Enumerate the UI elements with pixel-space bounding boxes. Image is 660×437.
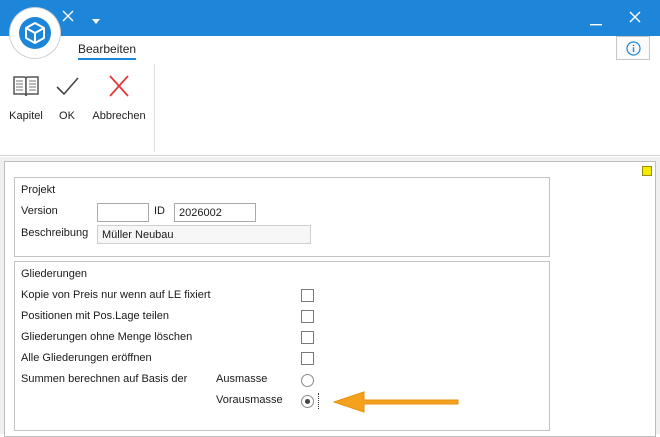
status-marker xyxy=(642,166,652,176)
group-projekt-title: Projekt xyxy=(21,184,56,196)
vorausmasse-radio[interactable] xyxy=(301,395,314,408)
ausmasse-label: Ausmasse xyxy=(216,373,268,385)
quick-access-dropdown-icon[interactable] xyxy=(92,15,100,27)
title-bar xyxy=(0,0,660,36)
tab-bearbeiten[interactable]: Bearbeiten xyxy=(78,42,137,60)
window-close-icon[interactable] xyxy=(629,11,641,26)
ribbon-separator xyxy=(154,64,155,152)
content-area: Projekt Version ID Beschreibung Gliederu… xyxy=(0,157,660,437)
focus-indicator xyxy=(318,393,319,409)
info-icon xyxy=(626,41,641,56)
version-field[interactable] xyxy=(97,203,149,222)
option-checkbox[interactable] xyxy=(301,331,314,344)
book-icon xyxy=(6,72,46,100)
option-checkbox[interactable] xyxy=(301,310,314,323)
minimize-icon[interactable] xyxy=(590,17,602,29)
group-gliederungen-title: Gliederungen xyxy=(21,268,88,280)
cancel-x-icon xyxy=(90,72,148,100)
info-button[interactable] xyxy=(616,36,650,60)
option-label: Positionen mit Pos.Lage teilen xyxy=(21,310,169,322)
ok-button[interactable]: OK xyxy=(52,72,82,122)
option-label: Alle Gliederungen eröffnen xyxy=(21,352,152,364)
summen-label: Summen berechnen auf Basis der xyxy=(21,373,188,385)
close-quick-access-icon[interactable] xyxy=(62,10,74,25)
ausmasse-radio[interactable] xyxy=(301,374,314,387)
vorausmasse-label: Vorausmasse xyxy=(216,394,283,406)
option-checkbox[interactable] xyxy=(301,289,314,302)
option-checkbox[interactable] xyxy=(301,352,314,365)
group-gliederungen: Gliederungen Kopie von Preis nur wenn au… xyxy=(14,261,550,431)
kapitel-button[interactable]: Kapitel xyxy=(6,72,46,122)
highlight-arrow-icon xyxy=(332,391,459,413)
checkmark-icon xyxy=(52,72,82,100)
kapitel-label: Kapitel xyxy=(9,110,43,122)
beschreibung-label: Beschreibung xyxy=(21,227,89,239)
ribbon: Kapitel OK Abbrechen xyxy=(0,64,660,156)
cube-icon xyxy=(19,17,51,49)
beschreibung-field[interactable] xyxy=(97,225,311,244)
group-projekt: Projekt Version ID Beschreibung xyxy=(14,177,550,257)
version-label: Version xyxy=(21,205,58,217)
ribbon-tab-bar: Bearbeiten xyxy=(0,36,660,64)
ok-label: OK xyxy=(59,110,75,122)
id-label: ID xyxy=(154,205,165,217)
abbrechen-label: Abbrechen xyxy=(92,110,146,122)
app-logo[interactable] xyxy=(10,8,60,58)
option-label: Gliederungen ohne Menge löschen xyxy=(21,331,193,343)
id-field[interactable] xyxy=(174,203,256,222)
abbrechen-button[interactable]: Abbrechen xyxy=(90,72,148,122)
option-label: Kopie von Preis nur wenn auf LE fixiert xyxy=(21,289,211,301)
